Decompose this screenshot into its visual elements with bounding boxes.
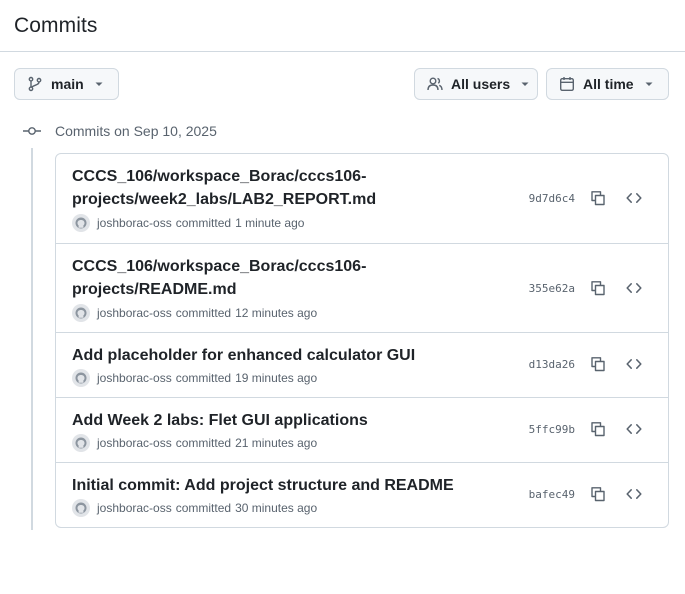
github-mark-icon — [75, 307, 87, 319]
avatar[interactable] — [72, 499, 90, 517]
people-icon — [427, 77, 443, 91]
commit-meta: joshborac-oss committed 21 minutes ago — [72, 434, 317, 452]
users-filter-button[interactable]: All users — [414, 68, 538, 100]
code-icon — [626, 283, 642, 293]
caret-down-icon — [645, 82, 653, 86]
avatar[interactable] — [72, 434, 90, 452]
copy-sha-button[interactable] — [584, 184, 612, 212]
git-commit-icon — [23, 127, 41, 135]
copy-sha-button[interactable] — [584, 274, 612, 302]
commit-sha-link[interactable]: 5ffc99b — [529, 423, 575, 436]
git-branch-icon — [28, 76, 42, 92]
commit-row: Initial commit: Add project structure an… — [56, 462, 668, 527]
copy-sha-button[interactable] — [584, 415, 612, 443]
avatar[interactable] — [72, 369, 90, 387]
calendar-icon — [560, 77, 575, 92]
commit-action: committed — [175, 501, 232, 515]
commit-action: committed — [175, 371, 232, 385]
browse-repo-button[interactable] — [620, 350, 648, 378]
branch-label: main — [51, 76, 84, 92]
browse-repo-button[interactable] — [620, 274, 648, 302]
copy-icon — [591, 357, 605, 372]
commit-meta: joshborac-oss committed 1 minute ago — [72, 214, 304, 232]
commit-title-link[interactable]: CCCS_106/workspace_Borac/cccs106-project… — [72, 255, 372, 301]
timeline-line — [31, 148, 33, 530]
avatar[interactable] — [72, 214, 90, 232]
code-icon — [626, 359, 642, 369]
commit-title-link[interactable]: Initial commit: Add project structure an… — [72, 474, 492, 497]
commit-action: committed — [175, 306, 232, 320]
copy-sha-button[interactable] — [584, 480, 612, 508]
commit-time: 21 minutes ago — [235, 436, 318, 450]
commit-row: CCCS_106/workspace_Borac/cccs106-project… — [56, 243, 668, 332]
commit-author-link[interactable]: joshborac-oss — [97, 306, 172, 320]
browse-repo-button[interactable] — [620, 415, 648, 443]
copy-icon — [591, 191, 605, 206]
commit-title-link[interactable]: Add Week 2 labs: Flet GUI applications — [72, 409, 492, 432]
github-mark-icon — [75, 502, 87, 514]
time-filter-button[interactable]: All time — [546, 68, 669, 100]
commit-row: Add placeholder for enhanced calculator … — [56, 332, 668, 397]
commit-group-date: Commits on Sep 10, 2025 — [55, 123, 217, 139]
caret-down-icon — [521, 82, 529, 86]
commit-time: 19 minutes ago — [235, 371, 318, 385]
commit-title-link[interactable]: CCCS_106/workspace_Borac/cccs106-project… — [72, 165, 376, 211]
commit-author-link[interactable]: joshborac-oss — [97, 501, 172, 515]
users-filter-label: All users — [451, 76, 511, 92]
time-filter-label: All time — [583, 76, 634, 92]
github-mark-icon — [75, 372, 87, 384]
commit-time: 12 minutes ago — [235, 306, 318, 320]
code-icon — [626, 424, 642, 434]
commit-time: 30 minutes ago — [235, 501, 318, 515]
code-icon — [626, 489, 642, 499]
code-icon — [626, 193, 642, 203]
title-divider — [0, 51, 685, 52]
browse-repo-button[interactable] — [620, 480, 648, 508]
github-mark-icon — [75, 217, 87, 229]
commit-list: CCCS_106/workspace_Borac/cccs106-project… — [55, 153, 669, 528]
commit-sha-link[interactable]: bafec49 — [529, 488, 575, 501]
page-title: Commits — [14, 14, 98, 37]
commit-action: committed — [175, 436, 232, 450]
browse-repo-button[interactable] — [620, 184, 648, 212]
commit-meta: joshborac-oss committed 12 minutes ago — [72, 304, 317, 322]
github-mark-icon — [75, 437, 87, 449]
commit-meta: joshborac-oss committed 30 minutes ago — [72, 499, 317, 517]
commit-title-link[interactable]: Add placeholder for enhanced calculator … — [72, 344, 492, 367]
copy-sha-button[interactable] — [584, 350, 612, 378]
commit-author-link[interactable]: joshborac-oss — [97, 436, 172, 450]
commit-action: committed — [175, 216, 232, 230]
commit-time: 1 minute ago — [235, 216, 305, 230]
caret-down-icon — [95, 82, 103, 86]
copy-icon — [591, 422, 605, 437]
commit-sha-link[interactable]: d13da26 — [529, 358, 575, 371]
commit-row: Add Week 2 labs: Flet GUI applications j… — [56, 397, 668, 462]
avatar[interactable] — [72, 304, 90, 322]
branch-selector-button[interactable]: main — [14, 68, 119, 100]
copy-icon — [591, 487, 605, 502]
commit-meta: joshborac-oss committed 19 minutes ago — [72, 369, 317, 387]
commit-author-link[interactable]: joshborac-oss — [97, 216, 172, 230]
commit-row: CCCS_106/workspace_Borac/cccs106-project… — [56, 154, 668, 243]
commit-sha-link[interactable]: 355e62a — [529, 282, 575, 295]
copy-icon — [591, 281, 605, 296]
commit-sha-link[interactable]: 9d7d6c4 — [529, 192, 575, 205]
commit-author-link[interactable]: joshborac-oss — [97, 371, 172, 385]
